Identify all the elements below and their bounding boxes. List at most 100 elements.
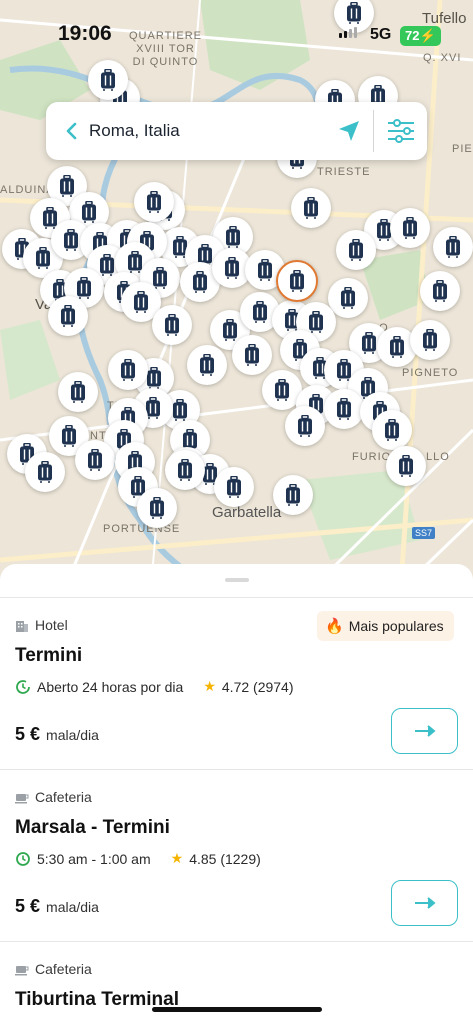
map-label-pigneto: PIGNETO [402,367,459,379]
listing-name[interactable]: Termini [15,645,82,667]
luggage-icon [101,69,115,91]
luggage-icon [423,329,437,351]
luggage-icon [245,344,259,366]
map-road-shield-ss7: SS7 [412,527,436,539]
luggage-icon [349,239,363,261]
luggage-storage-pin[interactable] [420,271,460,311]
luggage-icon [60,175,74,197]
listing-name[interactable]: Marsala - Termini [15,817,170,839]
luggage-storage-pin[interactable] [108,350,148,390]
luggage-storage-pin[interactable] [390,208,430,248]
price-unit: mala/dia [46,727,99,743]
luggage-icon [290,270,304,292]
network-type: 5G [370,26,392,43]
map-label-pie: PIE [452,143,473,155]
listing-hours: 5:30 am - 1:00 am [37,850,151,867]
luggage-storage-pin[interactable] [88,60,128,100]
luggage-storage-pin[interactable] [291,188,331,228]
luggage-icon [165,314,179,336]
luggage-icon [253,301,267,323]
luggage-storage-pin[interactable] [433,227,473,267]
luggage-icon [62,425,76,447]
listing-card[interactable]: Hotel 🔥 Mais populares Termini Aberto 24… [0,597,473,769]
luggage-storage-pin[interactable] [187,345,227,385]
luggage-storage-pin[interactable] [137,488,177,528]
search-location-text[interactable]: Roma, Italia [89,121,180,141]
battery-level: 72 [405,28,420,43]
star-icon: ★ [203,678,216,694]
luggage-storage-pin[interactable] [232,335,272,375]
luggage-storage-pin[interactable] [386,446,426,486]
luggage-storage-pin[interactable] [372,410,412,450]
popular-badge-label: Mais populares [348,618,444,634]
luggage-icon [121,359,135,381]
luggage-icon [36,247,50,269]
arrow-right-icon [414,725,436,737]
luggage-storage-pin[interactable] [25,452,65,492]
luggage-icon [61,305,75,327]
listing-card[interactable]: Cafeteria Marsala - Termini 5:30 am - 1:… [0,769,473,941]
luggage-icon [341,287,355,309]
open-listing-button[interactable] [391,880,458,926]
map-label-trieste: TRIESTE [317,166,371,178]
signal-icon [339,27,357,38]
listing-meta: 5:30 am - 1:00 am ★ 4.85 (1229) [15,850,261,867]
luggage-icon [64,229,78,251]
selected-luggage-pin[interactable] [276,260,318,302]
map-label-llo: LLO [426,451,450,463]
listing-meta: Aberto 24 horas por dia ★ 4.72 (2974) [15,678,294,695]
locate-me-icon[interactable] [336,118,362,144]
listing-type-label: Cafeteria [35,961,92,977]
luggage-storage-pin[interactable] [336,230,376,270]
luggage-storage-pin[interactable] [273,475,313,515]
battery-icon: 72⚡ [400,26,441,46]
results-sheet[interactable]: Hotel 🔥 Mais populares Termini Aberto 24… [0,564,473,1024]
luggage-storage-pin[interactable] [410,320,450,360]
map-view[interactable]: QUARTIERE XVIII TOR DI QUINTO Tufello Q.… [0,0,473,600]
listing-rating: 4.72 (2974) [221,678,294,695]
luggage-storage-pin[interactable] [214,467,254,507]
flame-icon: 🔥 [325,618,344,635]
luggage-icon [433,280,447,302]
luggage-icon [385,419,399,441]
price-unit: mala/dia [46,899,99,915]
luggage-storage-pin[interactable] [48,296,88,336]
listing-type-label: Cafeteria [35,789,92,805]
luggage-icon [403,217,417,239]
luggage-storage-pin[interactable] [58,372,98,412]
luggage-storage-pin[interactable] [324,389,364,429]
luggage-storage-pin[interactable] [285,406,325,446]
clock-open-icon [16,679,30,694]
price-value: 5 € [15,724,41,744]
luggage-icon [337,398,351,420]
luggage-storage-pin[interactable] [165,450,205,490]
listing-price: 5 € mala/dia [15,896,99,917]
luggage-icon [258,259,272,281]
back-chevron-icon[interactable] [62,121,82,141]
luggage-storage-pin[interactable] [152,305,192,345]
listing-price: 5 € mala/dia [15,724,99,745]
luggage-icon [134,291,148,313]
luggage-storage-pin[interactable] [328,278,368,318]
listing-type: Hotel [15,617,68,633]
luggage-icon [226,226,240,248]
luggage-icon [275,379,289,401]
luggage-icon [304,197,318,219]
luggage-storage-pin[interactable] [134,182,174,222]
open-listing-button[interactable] [391,708,458,754]
luggage-icon [225,257,239,279]
search-divider [373,110,374,152]
luggage-icon [77,277,91,299]
luggage-icon [227,476,241,498]
luggage-icon [390,336,404,358]
luggage-icon [71,381,85,403]
luggage-icon [286,484,300,506]
luggage-icon [200,354,214,376]
filter-sliders-icon[interactable] [385,115,417,147]
listing-type: Cafeteria [15,961,92,977]
luggage-storage-pin[interactable] [75,440,115,480]
luggage-icon [298,415,312,437]
status-bar: 19:06 5G 72⚡ [0,0,473,56]
search-bar: Roma, Italia [46,102,427,160]
sheet-drag-handle[interactable] [225,578,249,582]
